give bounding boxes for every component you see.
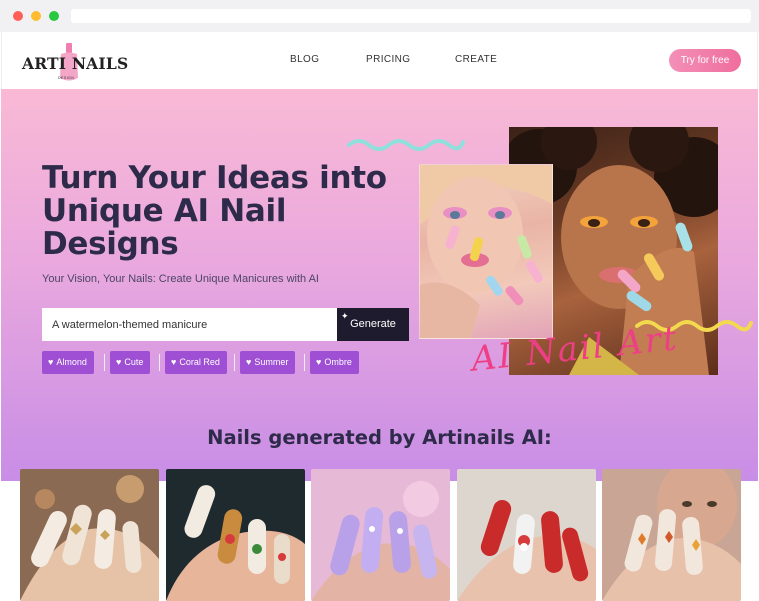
try-for-free-button[interactable]: Try for free (669, 49, 741, 72)
maximize-window-button[interactable] (49, 11, 59, 21)
chip-summer[interactable]: ♥ Summer (240, 351, 296, 374)
heart-icon: ♥ (116, 357, 122, 367)
nav-pricing[interactable]: PRICING (366, 54, 410, 65)
chip-label: Almond (56, 357, 87, 367)
heart-icon: ♥ (171, 357, 177, 367)
close-window-button[interactable] (13, 11, 23, 21)
heart-icon: ♥ (316, 357, 322, 367)
hero-title: Turn Your Ideas into Unique AI Nail Desi… (42, 160, 387, 262)
logo[interactable]: ARTI NAILS DESIGN (22, 40, 132, 84)
heart-icon: ♥ (246, 357, 252, 367)
logo-text: ARTI NAILS (22, 54, 129, 73)
gallery-title: Nails generated by Artinails AI: (207, 426, 552, 449)
chip-label: Summer (254, 357, 289, 367)
chip-divider (159, 354, 160, 371)
gallery-image-autumn-leaf-nails[interactable] (602, 469, 741, 601)
nav-blog[interactable]: BLOG (290, 54, 319, 65)
model-photo-pink-makeup (419, 164, 553, 339)
chip-cute[interactable]: ♥ Cute (110, 351, 151, 374)
chip-coral-red[interactable]: ♥ Coral Red (165, 351, 227, 374)
hero-subtitle: Your Vision, Your Nails: Create Unique M… (42, 273, 319, 285)
browser-toolbar (0, 0, 759, 32)
chip-ombre[interactable]: ♥ Ombre (310, 351, 359, 374)
address-bar[interactable] (71, 9, 751, 23)
generate-label: Generate (350, 318, 396, 330)
gallery-image-butterfly-nails[interactable] (20, 469, 159, 601)
gallery-image-floral-nails[interactable] (166, 469, 305, 601)
chip-almond[interactable]: ♥ Almond (42, 351, 94, 374)
chip-divider (304, 354, 305, 371)
hero-section: Turn Your Ideas into Unique AI Nail Desi… (1, 89, 758, 481)
minimize-window-button[interactable] (31, 11, 41, 21)
chip-divider (104, 354, 105, 371)
gallery (20, 469, 741, 601)
prompt-input[interactable] (42, 308, 338, 341)
gallery-image-lavender-nails[interactable] (311, 469, 450, 601)
chip-label: Cute (124, 357, 144, 367)
chip-label: Ombre (324, 357, 352, 367)
sparkle-icon: ✦ (341, 311, 349, 321)
nav-create[interactable]: CREATE (455, 54, 497, 65)
heart-icon: ♥ (48, 357, 54, 367)
site-header: ARTI NAILS DESIGN BLOG PRICING CREATE Tr… (1, 32, 758, 89)
logo-subtext: DESIGN (58, 76, 75, 80)
teal-squiggle-decoration (347, 139, 465, 151)
generate-button[interactable]: ✦ Generate (337, 308, 409, 341)
chip-divider (234, 354, 235, 371)
gallery-image-santa-nails[interactable] (457, 469, 596, 601)
chip-label: Coral Red (179, 357, 220, 367)
